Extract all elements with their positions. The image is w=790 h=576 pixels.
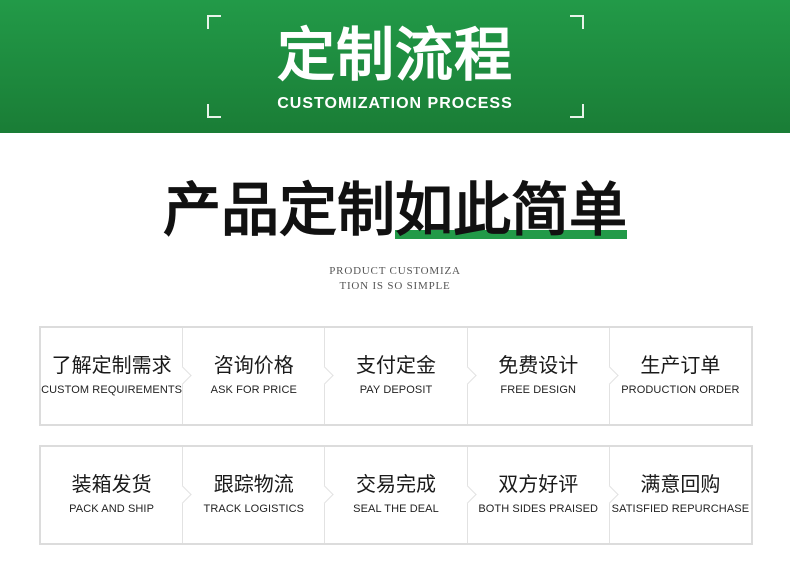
step-title-en: PACK AND SHIP [69,503,155,515]
step-title-en: FREE DESIGN [500,384,577,396]
step-title-cn: 装箱发货 [71,472,152,496]
header-banner: 定制流程 CUSTOMIZATION PROCESS [0,0,790,133]
step-title-en: PAY DEPOSIT [359,384,433,396]
headline-highlight: 如此简单 [395,175,628,245]
step-title-cn: 支付定金 [356,353,436,377]
process-step: 免费设计 FREE DESIGN [466,328,619,424]
step-title-en: SATISFIED REPURCHASE [611,503,750,515]
headline-subtext-line1: PRODUCT CUSTOMIZA [329,265,461,277]
process-step: 满意回购 SATISFIED REPURCHASE [608,447,751,543]
process-row-1: 了解定制需求 CUSTOM REQUIREMENTS 咨询价格 ASK FOR … [39,326,753,426]
step-title-en: TRACK LOGISTICS [203,503,305,515]
headline-part1: 产品定制 [162,176,395,244]
process-step: 交易完成 SEAL THE DEAL [324,447,477,543]
process-step: 装箱发货 PACK AND SHIP [41,447,192,543]
process-step: 跟踪物流 TRACK LOGISTICS [182,447,335,543]
step-title-cn: 交易完成 [356,472,436,496]
process-step: 生产订单 PRODUCTION ORDER [608,328,751,424]
process-row-2: 装箱发货 PACK AND SHIP 跟踪物流 TRACK LOGISTICS … [39,445,753,545]
step-title-cn: 咨询价格 [213,353,294,377]
banner-subtitle: CUSTOMIZATION PROCESS [277,95,513,112]
process-step: 了解定制需求 CUSTOM REQUIREMENTS [41,328,192,424]
headline-part2: 如此简单 [395,176,628,244]
process-step: 双方好评 BOTH SIDES PRAISED [466,447,619,543]
banner-title: 定制流程 [276,21,513,89]
step-title-en: BOTH SIDES PRAISED [478,503,599,515]
step-title-cn: 了解定制需求 [51,353,172,377]
headline: 产品定制 如此简单 [0,175,790,245]
step-title-cn: 双方好评 [498,472,579,496]
step-title-en: PRODUCTION ORDER [621,384,740,396]
step-title-en: CUSTOM REQUIREMENTS [41,384,183,396]
step-title-cn: 生产订单 [640,353,721,377]
step-title-cn: 跟踪物流 [213,472,294,496]
process-step: 支付定金 PAY DEPOSIT [324,328,477,424]
step-title-cn: 免费设计 [498,353,579,377]
step-title-en: ASK FOR PRICE [210,384,297,396]
process-step: 咨询价格 ASK FOR PRICE [182,328,335,424]
step-title-en: SEAL THE DEAL [353,503,439,515]
headline-subtext-line2: TION IS SO SIMPLE [339,280,451,292]
step-title-cn: 满意回购 [640,472,721,496]
